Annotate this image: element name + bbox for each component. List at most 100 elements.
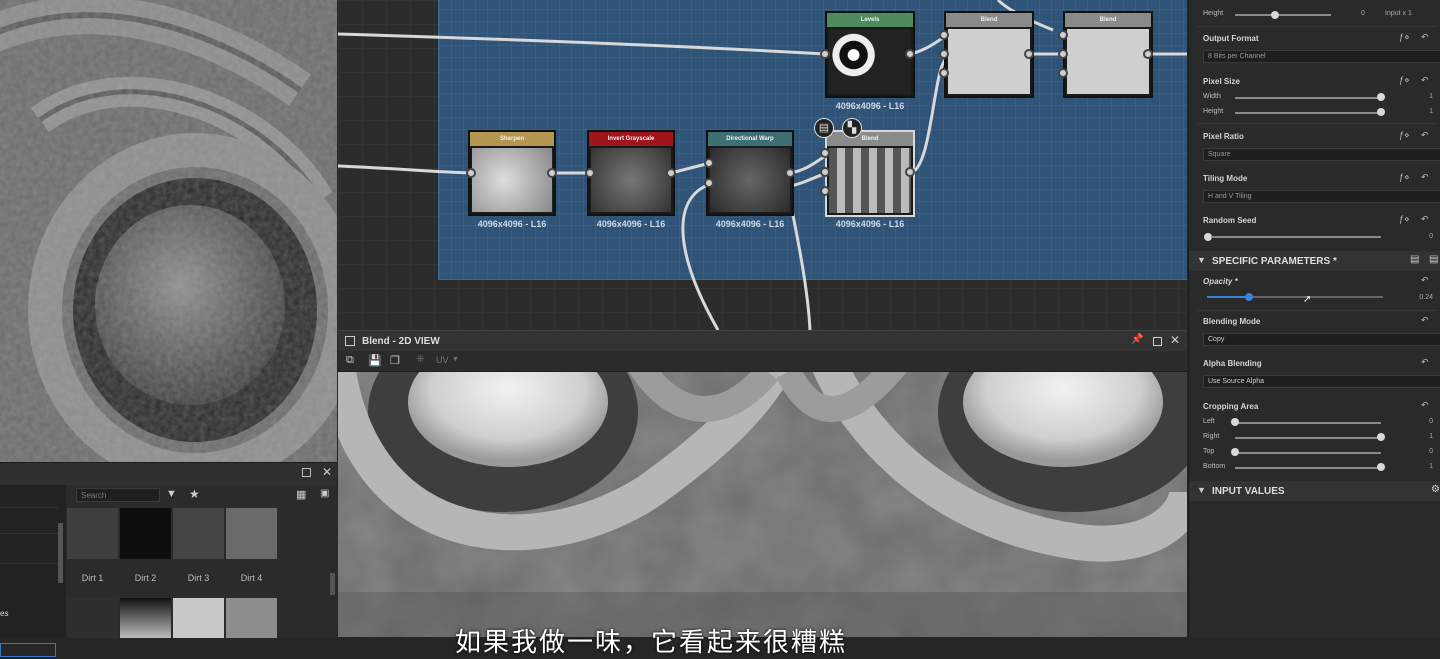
function-icon[interactable]: ƒ⋄ (1399, 75, 1410, 86)
grid-view-icon[interactable]: ▦ (296, 488, 306, 501)
reset-icon[interactable]: ↶ (1421, 75, 1429, 86)
input-pin[interactable] (704, 158, 714, 168)
library-thumbnail[interactable] (173, 508, 224, 559)
node-blend-top-2[interactable]: Blend (1063, 11, 1153, 98)
pixel-width-knob[interactable] (1377, 93, 1385, 101)
input-pin[interactable] (820, 49, 830, 59)
copy-icon[interactable]: ❐ (390, 354, 400, 367)
pixel-width-slider[interactable] (1235, 97, 1381, 99)
height-slider-knob[interactable] (1271, 11, 1279, 19)
library-thumbnail[interactable] (67, 508, 118, 559)
save-icon[interactable]: 💾 (368, 354, 382, 367)
crop-right-slider[interactable] (1235, 437, 1381, 439)
reset-icon[interactable]: ↶ (1421, 32, 1429, 43)
reset-icon[interactable]: ↶ (1421, 315, 1429, 326)
input-pin[interactable] (1058, 68, 1068, 78)
chevron-down-icon[interactable]: ▼ (452, 356, 459, 363)
library-tree-item[interactable]: es (0, 609, 8, 618)
alpha-blending-select[interactable]: Use Source Alpha (1203, 375, 1440, 388)
library-thumbnail[interactable] (226, 508, 277, 559)
document-icon[interactable]: ▤ (1410, 254, 1419, 265)
reset-icon[interactable]: ↶ (1421, 214, 1429, 225)
reset-icon[interactable]: ↶ (1421, 130, 1429, 141)
uv-dropdown[interactable]: UV (436, 355, 449, 365)
close-icon[interactable]: ✕ (1170, 333, 1180, 347)
node-levels[interactable]: Levels (825, 11, 915, 98)
function-icon[interactable]: ƒ⋄ (1399, 130, 1410, 141)
filter-icon[interactable]: ▼ (166, 488, 177, 500)
pixel-ratio-select[interactable]: Square (1203, 148, 1440, 161)
node-invert-grayscale[interactable]: Invert Grayscale (587, 130, 675, 216)
fit-icon[interactable]: ⧉ (346, 354, 354, 367)
chevron-right-icon[interactable]: ▼ (1197, 485, 1206, 495)
library-search-input[interactable]: Search (76, 488, 160, 502)
input-pin[interactable] (939, 68, 949, 78)
input-values-header[interactable]: ▼ INPUT VALUES ⚙ (1189, 481, 1440, 501)
output-pin[interactable] (1143, 49, 1153, 59)
crop-left-slider[interactable] (1235, 422, 1381, 424)
document-icon[interactable]: ▤ (814, 118, 834, 138)
pixel-height-slider[interactable] (1235, 112, 1381, 114)
function-icon[interactable]: ƒ⋄ (1399, 32, 1410, 43)
input-pin[interactable] (820, 167, 830, 177)
node-blend-selected[interactable]: Blend (825, 130, 915, 217)
pixel-height-knob[interactable] (1377, 108, 1385, 116)
node-directional-warp[interactable]: Directional Warp (706, 130, 794, 216)
pin-icon[interactable]: 📌 (1131, 334, 1143, 345)
input-pin[interactable] (820, 148, 830, 158)
close-icon[interactable]: ✕ (322, 465, 332, 479)
output-format-select[interactable]: 8 Bits per Channel (1203, 50, 1440, 63)
favorite-icon[interactable]: ★ (189, 487, 200, 501)
thumbnail-scrollbar[interactable] (330, 573, 335, 595)
tiling-icon[interactable]: ⁜ (416, 354, 424, 365)
input-pin[interactable] (466, 168, 476, 178)
input-pin[interactable] (939, 49, 949, 59)
gear-icon[interactable]: ⚙ (1431, 484, 1440, 495)
library-thumbnail[interactable] (67, 598, 118, 638)
node-graph[interactable]: Levels 4096x4096 - L16 Blend Blend Sharp… (338, 0, 1187, 330)
crop-bottom-slider[interactable] (1235, 467, 1381, 469)
input-pin[interactable] (939, 30, 949, 40)
output-pin[interactable] (905, 167, 915, 177)
crop-right-knob[interactable] (1377, 433, 1385, 441)
reset-icon[interactable]: ↶ (1421, 400, 1429, 411)
reset-icon[interactable]: ↶ (1421, 172, 1429, 183)
specific-parameters-header[interactable]: ▼ SPECIFIC PARAMETERS * ▤ ▤ (1189, 251, 1440, 271)
node-sharpen[interactable]: Sharpen (468, 130, 556, 216)
library-tree-selected[interactable] (0, 643, 56, 657)
output-pin[interactable] (785, 168, 795, 178)
3d-viewport[interactable] (0, 0, 337, 462)
blending-mode-select[interactable]: Copy (1203, 333, 1440, 346)
input-pin[interactable] (704, 178, 714, 188)
crop-left-knob[interactable] (1231, 418, 1239, 426)
2d-view-canvas[interactable] (338, 372, 1187, 637)
panel-icon[interactable]: ▣ (320, 488, 329, 499)
library-thumbnail[interactable] (226, 598, 277, 638)
library-thumbnail[interactable] (120, 598, 171, 638)
crop-top-slider[interactable] (1235, 452, 1381, 454)
random-seed-slider[interactable] (1211, 236, 1381, 238)
function-icon[interactable]: ƒ⋄ (1399, 214, 1410, 225)
reset-icon[interactable]: ↶ (1421, 275, 1429, 286)
output-pin[interactable] (905, 49, 915, 59)
height-slider[interactable] (1235, 14, 1331, 16)
library-tree[interactable]: es (0, 485, 66, 657)
reset-icon[interactable]: ↶ (1421, 357, 1429, 368)
chevron-down-icon[interactable]: ▼ (1197, 255, 1206, 265)
input-pin[interactable] (1058, 30, 1068, 40)
crop-top-knob[interactable] (1231, 448, 1239, 456)
tiling-mode-select[interactable]: H and V Tiling (1203, 190, 1440, 203)
node-blend-top-1[interactable]: Blend (944, 11, 1034, 98)
library-scrollbar[interactable] (58, 523, 63, 583)
input-pin[interactable] (1058, 49, 1068, 59)
checker-icon[interactable]: ▚ (842, 118, 862, 138)
library-thumbnail[interactable] (173, 598, 224, 638)
output-pin[interactable] (666, 168, 676, 178)
input-pin[interactable] (820, 186, 830, 196)
opacity-slider-knob[interactable] (1245, 293, 1254, 301)
maximize-icon[interactable] (1153, 337, 1162, 346)
input-pin[interactable] (585, 168, 595, 178)
crop-bottom-knob[interactable] (1377, 463, 1385, 471)
output-pin[interactable] (1024, 49, 1034, 59)
document-icon[interactable]: ▤ (1429, 254, 1438, 265)
